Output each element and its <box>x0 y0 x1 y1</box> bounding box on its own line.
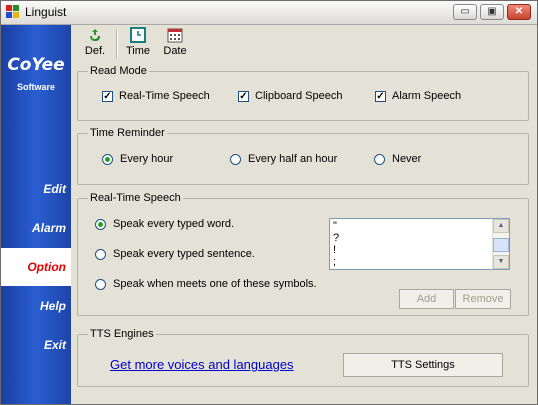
symbols-list: " ? ! ; <box>333 220 339 268</box>
scroll-thumb[interactable] <box>493 238 509 252</box>
add-button[interactable]: Add <box>399 289 454 309</box>
title-bar[interactable]: Linguist ▭ ▣ ✕ <box>1 1 537 25</box>
date-button[interactable]: Date <box>161 27 189 61</box>
read-mode-title: Read Mode <box>88 65 149 77</box>
checkbox-label: Alarm Speech <box>392 90 462 102</box>
radio-circle[interactable] <box>95 218 106 230</box>
sidebar-item-edit[interactable]: Edit <box>1 170 71 208</box>
every-hour-radio[interactable]: Every hour <box>102 153 173 165</box>
alarm-speech-checkbox[interactable]: ✓ Alarm Speech <box>375 90 461 102</box>
list-item[interactable]: ! <box>333 244 339 256</box>
app-window: Linguist ▭ ▣ ✕ CoYee Software Edit Alarm… <box>0 0 538 405</box>
window-title: Linguist <box>25 5 67 19</box>
recycle-icon <box>90 29 100 41</box>
restore-button[interactable]: ▣ <box>480 4 504 20</box>
radio-circle[interactable] <box>95 278 106 290</box>
radio-circle[interactable] <box>102 153 113 165</box>
radio-circle[interactable] <box>230 153 241 165</box>
speak-word-radio[interactable]: Speak every typed word. <box>95 218 234 230</box>
more-voices-link[interactable]: Get more voices and languages <box>110 357 294 372</box>
checkbox-label: Clipboard Speech <box>255 90 343 102</box>
tts-engines-title: TTS Engines <box>88 328 156 340</box>
time-reminder-title: Time Reminder <box>88 127 167 139</box>
sidebar: CoYee Software Edit Alarm Option Help Ex… <box>1 25 71 404</box>
sidebar-item-alarm[interactable]: Alarm <box>1 209 71 247</box>
radio-label: Every half an hour <box>248 153 338 165</box>
checkbox-box[interactable]: ✓ <box>238 90 249 102</box>
realtime-speech-checkbox[interactable]: ✓ Real-Time Speech <box>102 90 210 102</box>
list-item[interactable]: " <box>333 220 339 232</box>
scroll-up-icon[interactable]: ▲ <box>493 219 509 233</box>
realtime-speech-group: Real-Time Speech Speak every typed word.… <box>77 192 529 316</box>
radio-label: Speak when meets one of these symbols. <box>113 278 317 290</box>
every-half-hour-radio[interactable]: Every half an hour <box>230 153 337 165</box>
never-radio[interactable]: Never <box>374 153 421 165</box>
read-mode-group: Read Mode ✓ Real-Time Speech ✓ Clipboard… <box>77 65 529 121</box>
tts-settings-button[interactable]: TTS Settings <box>343 353 503 377</box>
time-button[interactable]: Time <box>123 27 153 61</box>
list-item[interactable]: ; <box>333 256 339 268</box>
symbols-listbox[interactable]: " ? ! ; ▲ ▼ <box>329 218 510 270</box>
sidebar-item-option[interactable]: Option <box>1 248 71 286</box>
tts-engines-group: TTS Engines Get more voices and language… <box>77 328 529 387</box>
toolbar-separator <box>116 29 118 59</box>
speak-sentence-radio[interactable]: Speak every typed sentence. <box>95 248 255 260</box>
clipboard-speech-checkbox[interactable]: ✓ Clipboard Speech <box>238 90 342 102</box>
default-button[interactable]: Def. <box>82 27 108 61</box>
toolbar: Def. Time Date <box>72 25 537 62</box>
radio-label: Never <box>392 153 422 165</box>
checkbox-box[interactable]: ✓ <box>102 90 113 102</box>
brand-main: CoYee <box>7 55 65 75</box>
sidebar-item-exit[interactable]: Exit <box>1 326 71 364</box>
clock-icon <box>130 27 146 43</box>
close-button[interactable]: ✕ <box>507 4 531 20</box>
realtime-speech-title: Real-Time Speech <box>88 192 183 204</box>
minimize-button[interactable]: ▭ <box>453 4 477 20</box>
brand-logo: CoYee Software <box>1 55 71 92</box>
speak-symbols-radio[interactable]: Speak when meets one of these symbols. <box>95 278 317 290</box>
default-label: Def. <box>84 45 106 57</box>
radio-label: Speak every typed word. <box>113 218 235 230</box>
time-reminder-group: Time Reminder Every hour Every half an h… <box>77 127 529 185</box>
radio-circle[interactable] <box>95 248 106 260</box>
radio-label: Every hour <box>120 153 174 165</box>
radio-circle[interactable] <box>374 153 385 165</box>
time-label: Time <box>125 45 151 57</box>
radio-label: Speak every typed sentence. <box>113 248 255 260</box>
date-label: Date <box>163 45 187 57</box>
remove-button[interactable]: Remove <box>455 289 511 309</box>
calendar-icon <box>167 28 183 43</box>
list-item[interactable]: ? <box>333 232 339 244</box>
brand-sub: Software <box>16 82 55 92</box>
app-icon <box>6 5 20 19</box>
scroll-down-icon[interactable]: ▼ <box>493 255 509 269</box>
checkbox-label: Real-Time Speech <box>119 90 210 102</box>
sidebar-item-help[interactable]: Help <box>1 287 71 325</box>
checkbox-box[interactable]: ✓ <box>375 90 386 102</box>
vertical-scrollbar[interactable]: ▲ ▼ <box>492 219 509 269</box>
